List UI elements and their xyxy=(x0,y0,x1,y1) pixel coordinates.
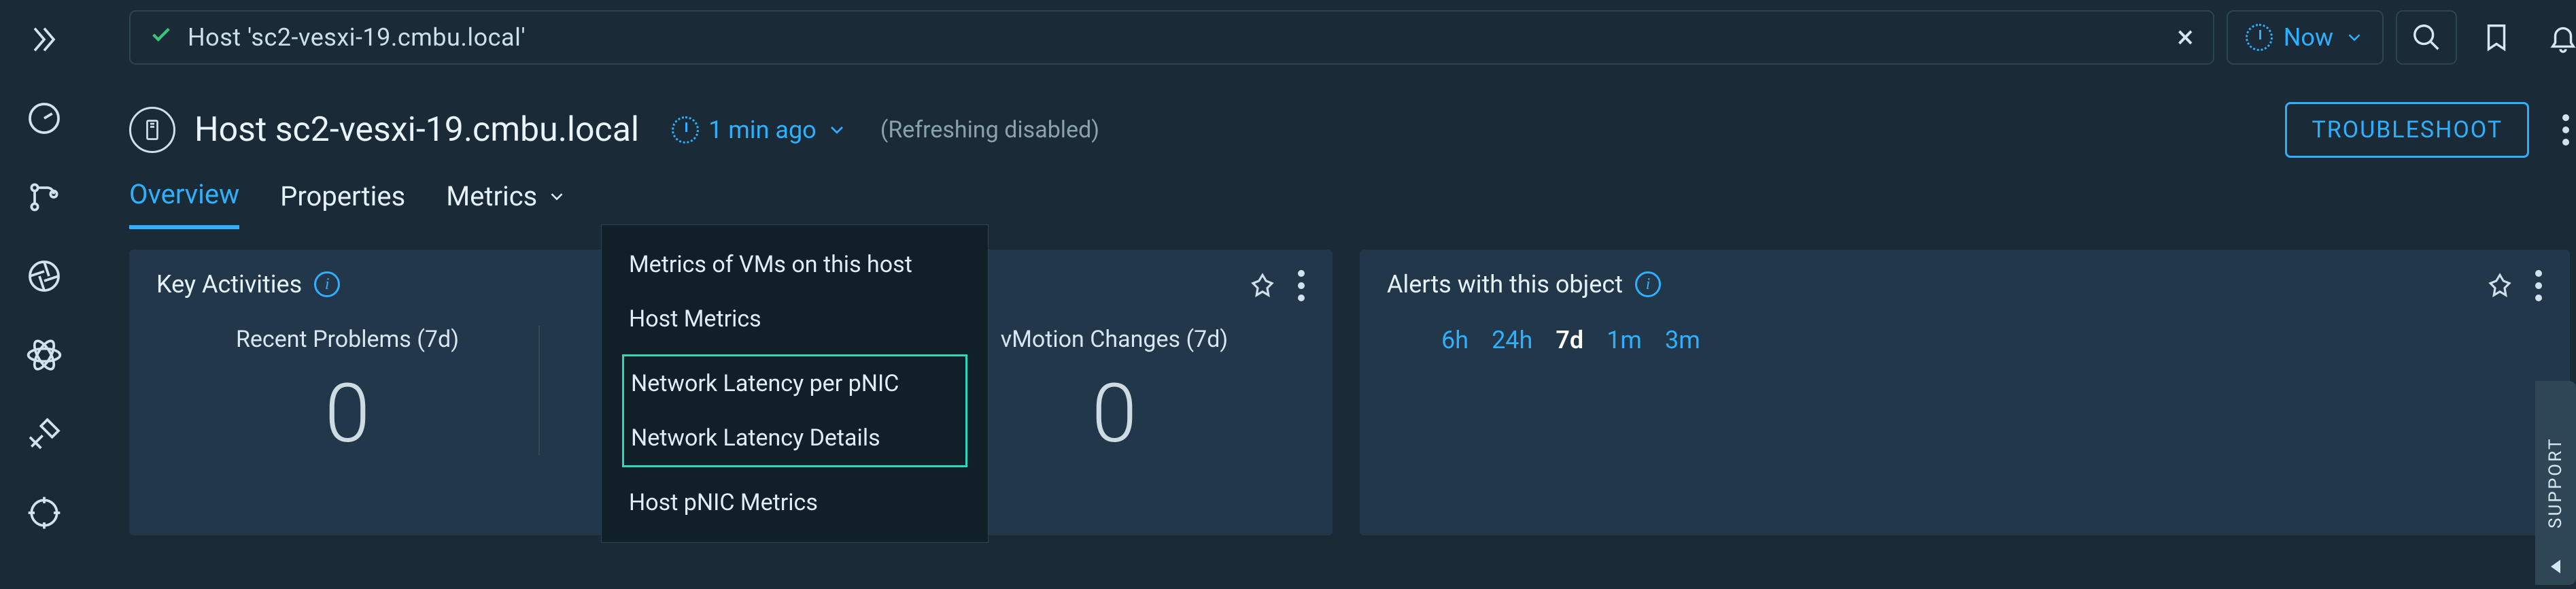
chevron-down-icon xyxy=(826,119,848,141)
dd-latency-details[interactable]: Network Latency Details xyxy=(624,411,965,465)
tab-properties[interactable]: Properties xyxy=(280,178,405,229)
panel-alerts-header: Alerts with this object i xyxy=(1387,270,2543,299)
chevron-down-icon xyxy=(2344,27,2365,48)
check-icon xyxy=(150,23,173,52)
tab-metrics-label: Metrics xyxy=(446,180,537,212)
time-6h[interactable]: 6h xyxy=(1441,326,1469,354)
clock-icon xyxy=(2246,24,2273,51)
panels-row: Key Activities i Recent Problems (7d) 0 … xyxy=(88,229,2576,535)
target-icon[interactable] xyxy=(25,494,63,532)
page-title: Host sc2-vesxi-19.cmbu.local xyxy=(194,110,639,150)
panel-key-activities-actions xyxy=(1248,270,1305,301)
metric-recent-problems: Recent Problems (7d) 0 xyxy=(156,326,538,455)
clock-icon xyxy=(672,116,699,144)
main-column: Host 'sc2-vesxi-19.cmbu.local' × Now Hos… xyxy=(88,0,2576,589)
pin-icon[interactable] xyxy=(1248,271,1277,300)
time-7d[interactable]: 7d xyxy=(1556,326,1583,354)
branch-icon[interactable] xyxy=(25,178,63,216)
page-header: Host sc2-vesxi-19.cmbu.local 1 min ago (… xyxy=(88,75,2576,178)
dd-highlight-group: Network Latency per pNIC Network Latency… xyxy=(622,354,967,467)
dd-latency-pnic[interactable]: Network Latency per pNIC xyxy=(624,356,965,411)
top-bar: Host 'sc2-vesxi-19.cmbu.local' × Now xyxy=(88,0,2576,75)
time-24h[interactable]: 24h xyxy=(1492,326,1532,354)
metric-label: Recent Problems (7d) xyxy=(236,326,459,353)
tab-overview[interactable]: Overview xyxy=(129,178,239,229)
gauge-icon[interactable] xyxy=(25,99,63,137)
context-search[interactable]: Host 'sc2-vesxi-19.cmbu.local' × xyxy=(129,10,2214,65)
tools-icon[interactable] xyxy=(25,415,63,453)
refresh-age-chip[interactable]: 1 min ago xyxy=(672,116,848,144)
info-icon[interactable]: i xyxy=(314,271,340,297)
tab-metrics[interactable]: Metrics xyxy=(446,178,567,229)
page-more-menu[interactable] xyxy=(2562,114,2570,146)
expand-icon[interactable] xyxy=(25,20,63,58)
page-tabs: Overview Properties Metrics Metrics of V… xyxy=(88,178,2576,229)
panel-alerts-title: Alerts with this object xyxy=(1387,270,1623,299)
panel-alerts-actions xyxy=(2486,270,2543,301)
atom-icon[interactable] xyxy=(25,336,63,374)
panel-more-menu[interactable] xyxy=(2535,270,2543,301)
metrics-dropdown: Metrics of VMs on this host Host Metrics… xyxy=(601,224,989,543)
notifications-button[interactable] xyxy=(2536,10,2576,65)
troubleshoot-button[interactable]: TROUBLESHOOT xyxy=(2285,102,2529,158)
panel-key-activities-title: Key Activities xyxy=(156,270,302,299)
panel-more-menu[interactable] xyxy=(1297,270,1305,301)
left-nav-rail xyxy=(0,0,88,589)
aperture-icon[interactable] xyxy=(25,257,63,295)
metric-value: 0 xyxy=(325,373,371,455)
dd-host-metrics[interactable]: Host Metrics xyxy=(602,292,988,346)
metric-label: vMotion Changes (7d) xyxy=(1001,326,1229,353)
global-search-button[interactable] xyxy=(2396,10,2457,65)
bookmark-button[interactable] xyxy=(2469,10,2524,65)
support-tab-label: SUPPORT xyxy=(2545,437,2566,529)
refresh-age-text: 1 min ago xyxy=(708,116,817,144)
panel-alerts: Alerts with this object i 6h 24h 7d 1m 3… xyxy=(1360,250,2570,535)
chevron-down-icon xyxy=(547,186,567,207)
metric-value: 0 xyxy=(1092,373,1137,455)
dd-metrics-vms[interactable]: Metrics of VMs on this host xyxy=(602,237,988,292)
alerts-time-filter: 6h 24h 7d 1m 3m xyxy=(1387,326,2543,354)
time-now-button[interactable]: Now xyxy=(2227,10,2384,65)
clear-context-icon[interactable]: × xyxy=(2177,22,2194,53)
time-3m[interactable]: 3m xyxy=(1665,326,1700,354)
context-search-text: Host 'sc2-vesxi-19.cmbu.local' xyxy=(188,23,2162,52)
refresh-note: (Refreshing disabled) xyxy=(880,116,1099,144)
time-1m[interactable]: 1m xyxy=(1607,326,1642,354)
host-icon xyxy=(129,107,175,153)
pin-icon[interactable] xyxy=(2486,271,2514,300)
dd-pnic-metrics[interactable]: Host pNIC Metrics xyxy=(602,475,988,530)
info-icon[interactable]: i xyxy=(1635,271,1661,297)
time-now-label: Now xyxy=(2284,23,2333,52)
support-tab[interactable]: SUPPORT xyxy=(2535,381,2576,585)
